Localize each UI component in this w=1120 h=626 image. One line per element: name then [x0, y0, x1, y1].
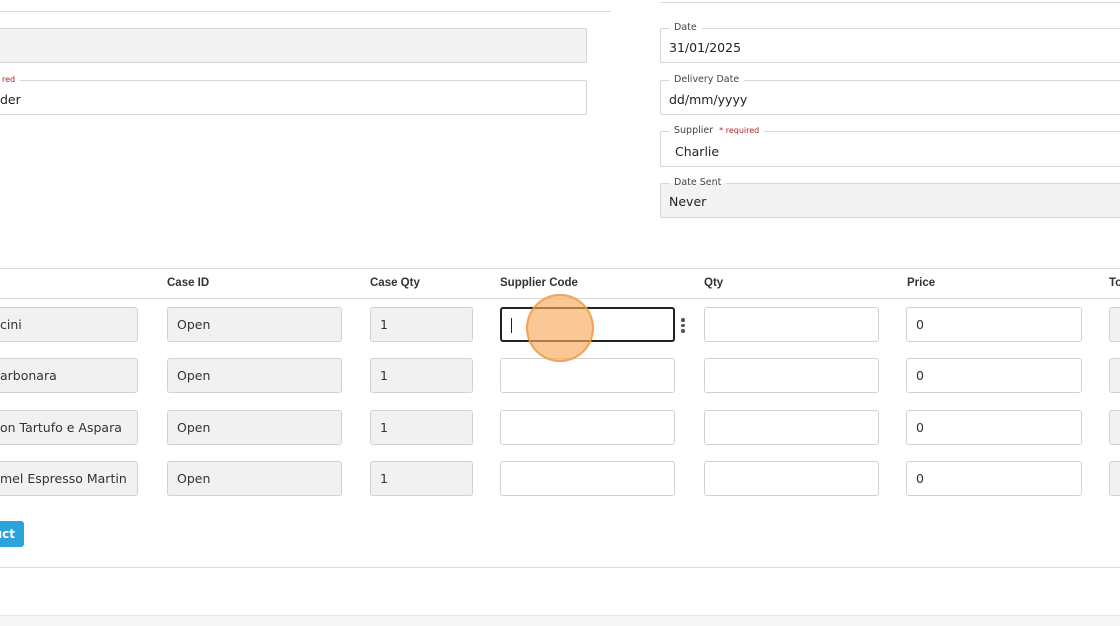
field-legend-required: red: [0, 74, 21, 86]
text-caret: [511, 318, 512, 333]
supplier-code-input[interactable]: [500, 307, 675, 342]
top-divider-left: [0, 11, 611, 12]
footer-bar: [0, 616, 1120, 626]
qty-input[interactable]: [704, 307, 879, 342]
order-name-field[interactable]: red der: [0, 74, 587, 115]
product-name-cell: on Tartufo e Aspara: [0, 410, 138, 445]
header-qty: Qty: [704, 277, 724, 289]
qty-input[interactable]: [704, 410, 879, 445]
date-value: 31/01/2025: [669, 40, 742, 55]
total-cell: (: [1109, 410, 1120, 445]
date-sent-label: Date Sent: [669, 177, 727, 189]
price-input[interactable]: 0: [906, 307, 1082, 342]
price-input[interactable]: 0: [906, 461, 1082, 496]
case-qty-cell: 1: [370, 461, 473, 496]
supplier-select[interactable]: Supplier * required Charlie: [660, 125, 1120, 167]
case-qty-cell: 1: [370, 410, 473, 445]
product-name-cell: cini: [0, 307, 138, 342]
delivery-date-value: dd/mm/yyyy: [669, 92, 748, 107]
supplier-code-input[interactable]: [500, 461, 675, 496]
case-qty-cell: 1: [370, 307, 473, 342]
header-case-qty: Case Qty: [370, 277, 420, 289]
case-id-cell: Open: [167, 358, 342, 393]
table-top-border: [0, 268, 1120, 269]
product-name-cell: mel Espresso Martin: [0, 461, 138, 496]
price-input[interactable]: 0: [906, 410, 1082, 445]
add-product-button[interactable]: uct: [0, 521, 24, 547]
qty-input[interactable]: [704, 461, 879, 496]
total-cell: (: [1109, 307, 1120, 342]
date-sent-value: Never: [669, 194, 707, 209]
supplier-code-input[interactable]: [500, 410, 675, 445]
header-case-id: Case ID: [167, 277, 210, 289]
total-cell: (: [1109, 461, 1120, 496]
total-cell: (: [1109, 358, 1120, 393]
case-id-cell: Open: [167, 461, 342, 496]
table-bottom-border: [0, 567, 1120, 568]
header-supplier-code: Supplier Code: [500, 277, 578, 289]
header-total: To: [1109, 277, 1120, 289]
table-header-border: [0, 298, 1120, 299]
product-name-cell: arbonara: [0, 358, 138, 393]
top-divider-right: [660, 2, 1120, 3]
qty-input[interactable]: [704, 358, 879, 393]
price-input[interactable]: 0: [906, 358, 1082, 393]
delivery-date-field[interactable]: Delivery Date dd/mm/yyyy: [660, 74, 1120, 115]
supplier-value: Charlie: [675, 144, 720, 159]
supplier-label: Supplier * required: [669, 125, 765, 137]
date-label: Date: [669, 22, 702, 34]
date-sent-field: Date Sent Never: [660, 177, 1120, 218]
left-field-1: [0, 28, 587, 63]
order-name-value: der: [0, 92, 21, 107]
delivery-date-label: Delivery Date: [669, 74, 745, 86]
supplier-code-input[interactable]: [500, 358, 675, 393]
required-marker: * required: [719, 126, 760, 135]
date-field[interactable]: Date 31/01/2025: [660, 22, 1120, 63]
case-id-cell: Open: [167, 307, 342, 342]
case-qty-cell: 1: [370, 358, 473, 393]
header-price: Price: [907, 277, 936, 289]
vertical-dots-icon[interactable]: [681, 318, 685, 335]
case-id-cell: Open: [167, 410, 342, 445]
